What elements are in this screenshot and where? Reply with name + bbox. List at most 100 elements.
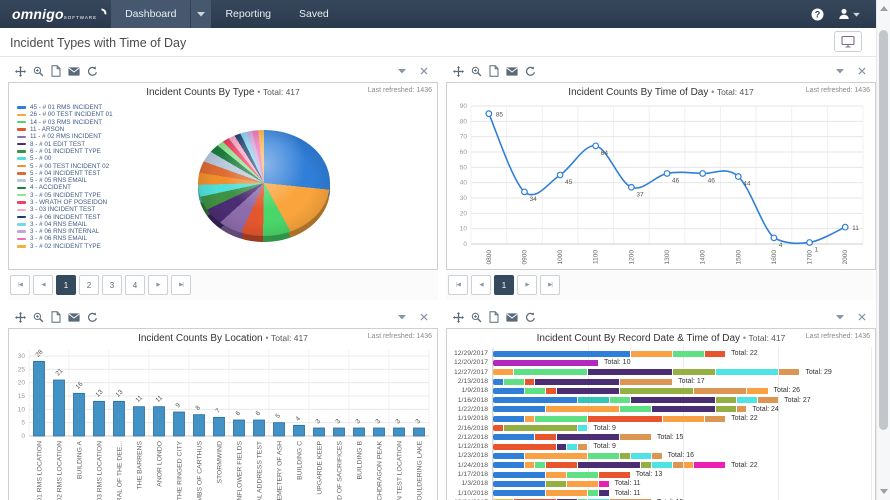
email-icon[interactable]	[65, 309, 83, 325]
legend-item[interactable]: 3 - WRATH OF POSEIDON	[17, 199, 113, 206]
stacked-bar[interactable]	[493, 416, 726, 422]
email-icon[interactable]	[65, 63, 83, 79]
stacked-bar[interactable]	[493, 453, 663, 459]
legend-item[interactable]: 4 - ACCIDENT	[17, 184, 113, 191]
pager-last-button[interactable]: ▶|	[540, 275, 560, 295]
bar[interactable]	[254, 420, 265, 436]
bar[interactable]	[154, 407, 165, 436]
pager-first-button[interactable]: |◀	[10, 275, 30, 295]
bar[interactable]	[34, 361, 45, 436]
move-icon[interactable]	[449, 63, 467, 79]
close-icon[interactable]	[418, 63, 430, 79]
zoom-in-icon[interactable]	[29, 63, 47, 79]
bar[interactable]	[394, 428, 405, 436]
collapse-icon[interactable]	[396, 63, 408, 79]
stacked-bar[interactable]	[493, 425, 588, 431]
collapse-icon[interactable]	[834, 309, 846, 325]
scroll-up-icon[interactable]	[880, 6, 888, 11]
legend-item[interactable]: 5 - # 05 RNS EMAIL	[17, 177, 113, 184]
close-icon[interactable]	[856, 63, 868, 79]
scrollbar-thumb[interactable]	[879, 30, 888, 430]
zoom-in-icon[interactable]	[467, 309, 485, 325]
refresh-icon[interactable]	[521, 63, 539, 79]
pie-disc[interactable]	[198, 130, 330, 236]
move-icon[interactable]	[449, 309, 467, 325]
bar[interactable]	[74, 393, 85, 436]
legend-item[interactable]: 3 - # 06 INCIDENT TEST	[17, 213, 113, 220]
refresh-icon[interactable]	[83, 309, 101, 325]
legend-item[interactable]: 3 - # 02 INCIDENT TYPE	[17, 243, 113, 250]
export-pdf-icon[interactable]	[47, 63, 65, 79]
collapse-icon[interactable]	[396, 309, 408, 325]
close-icon[interactable]	[418, 309, 430, 325]
bar[interactable]	[94, 401, 105, 436]
bar[interactable]	[214, 417, 225, 436]
bar[interactable]	[414, 428, 425, 436]
legend-item[interactable]: 11 - # 02 RMS INCIDENT	[17, 133, 113, 140]
legend-item[interactable]: 11 - ARSON	[17, 126, 113, 133]
legend-item[interactable]: 26 - # 00 TEST INCIDENT 01	[17, 111, 113, 118]
export-pdf-icon[interactable]	[485, 63, 503, 79]
pager-first-button[interactable]: |◀	[448, 275, 468, 295]
legend-item[interactable]: 5 - # 00 TEST INCIDENT 02	[17, 162, 113, 169]
brand-logo[interactable]: omnigoSOFTWARE	[0, 6, 111, 22]
bar[interactable]	[234, 420, 245, 436]
pager-prev-button[interactable]: ◀	[471, 275, 491, 295]
legend-item[interactable]: 3 - # 06 RNS INTERNAL	[17, 228, 113, 235]
stacked-bar[interactable]	[493, 462, 726, 468]
bar[interactable]	[114, 401, 125, 436]
move-icon[interactable]	[11, 63, 29, 79]
legend-item[interactable]: 3 - 03 INCIDENT TEST	[17, 206, 113, 213]
stacked-bar[interactable]	[493, 360, 599, 366]
pager-last-button[interactable]: ▶|	[171, 275, 191, 295]
bar[interactable]	[54, 380, 65, 436]
move-icon[interactable]	[11, 309, 29, 325]
legend-item[interactable]: 5 - # 00	[17, 155, 113, 162]
pager-prev-button[interactable]: ◀	[33, 275, 53, 295]
export-pdf-icon[interactable]	[485, 309, 503, 325]
collapse-icon[interactable]	[834, 63, 846, 79]
pager-page-1[interactable]: 1	[56, 275, 76, 295]
legend-item[interactable]: 8 - # 01 EDIT TEST	[17, 140, 113, 147]
nav-item-saved[interactable]: Saved	[285, 0, 343, 28]
legend-item[interactable]: 14 - # 03 RMS INCIDENT	[17, 119, 113, 126]
close-icon[interactable]	[856, 309, 868, 325]
refresh-icon[interactable]	[83, 63, 101, 79]
dashboard-dropdown-button[interactable]	[191, 0, 211, 28]
export-pdf-icon[interactable]	[47, 309, 65, 325]
bar[interactable]	[314, 428, 325, 436]
email-icon[interactable]	[503, 63, 521, 79]
stacked-bar[interactable]	[493, 434, 652, 440]
help-icon[interactable]: ?	[811, 8, 824, 21]
legend-item[interactable]: 3 - # 04 RNS EMAIL	[17, 221, 113, 228]
pager-next-button[interactable]: ▶	[517, 275, 537, 295]
nav-item-dashboard[interactable]: Dashboard	[111, 0, 190, 28]
legend-item[interactable]: 6 - # 01 INCIDENT TYPE	[17, 148, 113, 155]
pager-page-4[interactable]: 4	[125, 275, 145, 295]
pager-page-3[interactable]: 3	[102, 275, 122, 295]
refresh-icon[interactable]	[521, 309, 539, 325]
stacked-bar[interactable]	[493, 472, 631, 478]
bar[interactable]	[374, 428, 385, 436]
zoom-in-icon[interactable]	[29, 309, 47, 325]
nav-item-reporting[interactable]: Reporting	[211, 0, 285, 28]
legend-item[interactable]: 3 - # 06 RNS EMAIL	[17, 235, 113, 242]
email-icon[interactable]	[503, 309, 521, 325]
legend-item[interactable]: 45 - # 01 RMS INCIDENT	[17, 104, 113, 111]
bar[interactable]	[194, 415, 205, 436]
stacked-bar[interactable]	[493, 388, 769, 394]
stacked-bar[interactable]	[493, 481, 610, 487]
bar[interactable]	[354, 428, 365, 436]
scroll-down-icon[interactable]	[880, 489, 888, 494]
pager-page-1[interactable]: 1	[494, 275, 514, 295]
stacked-bar[interactable]	[493, 444, 588, 450]
pager-next-button[interactable]: ▶	[148, 275, 168, 295]
stacked-bar[interactable]	[493, 379, 673, 385]
stacked-bar[interactable]	[493, 351, 726, 357]
bar[interactable]	[274, 423, 285, 436]
fullscreen-button[interactable]	[834, 31, 862, 52]
page-scrollbar[interactable]	[876, 0, 890, 500]
pager-page-2[interactable]: 2	[79, 275, 99, 295]
stacked-bar[interactable]	[493, 397, 779, 403]
zoom-in-icon[interactable]	[467, 63, 485, 79]
